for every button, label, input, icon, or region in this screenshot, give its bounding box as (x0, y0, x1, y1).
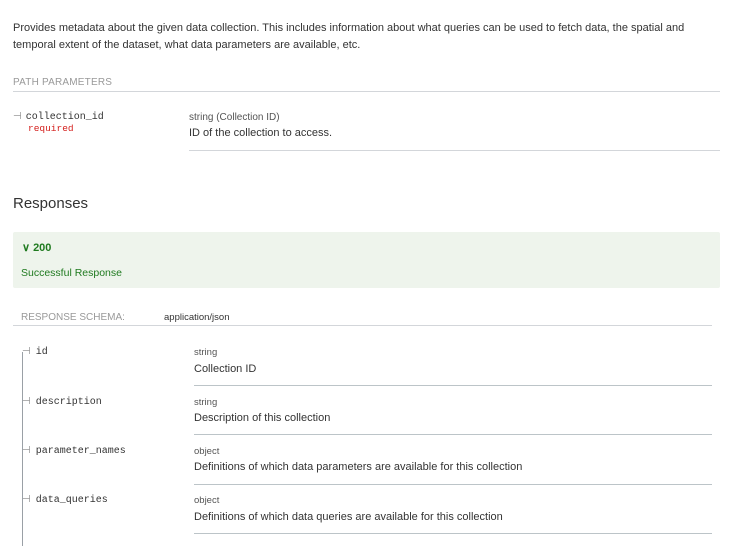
property-name: ⊣ id (22, 346, 48, 358)
property-type: object (194, 495, 220, 506)
tree-branch-icon: ⊣ (13, 111, 22, 122)
schema-divider (13, 325, 712, 326)
property-description: Description of this collection (194, 412, 331, 424)
property-type: string (194, 397, 218, 408)
responses-heading: Responses (13, 195, 89, 212)
param-divider (189, 150, 720, 151)
property-name-text: id (35, 347, 48, 358)
required-badge: required (28, 123, 74, 134)
endpoint-description: Provides metadata about the given data c… (13, 22, 685, 51)
property-name-text: parameter_names (35, 446, 126, 457)
property-type: object (194, 446, 220, 457)
property-name-text: description (35, 397, 102, 408)
param-name: collection_id (25, 112, 104, 123)
property-divider (194, 385, 712, 386)
path-parameters-divider (13, 91, 720, 92)
response-schema-label: RESPONSE SCHEMA: (21, 312, 125, 323)
property-divider (194, 484, 712, 485)
path-parameters-label: PATH PARAMETERS (13, 77, 113, 88)
param-type: string (Collection ID) (189, 112, 280, 123)
tree-branch-icon: ⊣ (22, 445, 31, 456)
property-type: string (194, 347, 218, 358)
property-description: Collection ID (194, 363, 257, 375)
tree-branch-icon: ⊣ (22, 494, 31, 505)
property-divider (194, 434, 712, 435)
response-200-panel[interactable]: ∨ 200 Successful Response (13, 232, 720, 288)
response-code: 200 (33, 242, 52, 254)
chevron-down-icon: ∨ (22, 242, 31, 254)
param-description: ID of the collection to access. (189, 127, 333, 139)
property-description: Definitions of which data parameters are… (194, 461, 523, 473)
property-name-text: data_queries (35, 495, 108, 506)
response-200-toggle[interactable]: ∨ 200 (22, 241, 51, 254)
tree-branch-icon: ⊣ (22, 396, 31, 407)
property-name: ⊣ parameter_names (22, 445, 126, 457)
property-name: ⊣ description (22, 396, 102, 408)
response-description: Successful Response (21, 267, 122, 279)
response-schema-type: application/json (164, 312, 230, 323)
property-divider (194, 533, 712, 534)
param-collection-id: ⊣ collection_id (13, 111, 104, 123)
property-name: ⊣ data_queries (22, 494, 108, 506)
tree-branch-icon: ⊣ (22, 346, 31, 357)
property-description: Definitions of which data queries are av… (194, 511, 503, 523)
